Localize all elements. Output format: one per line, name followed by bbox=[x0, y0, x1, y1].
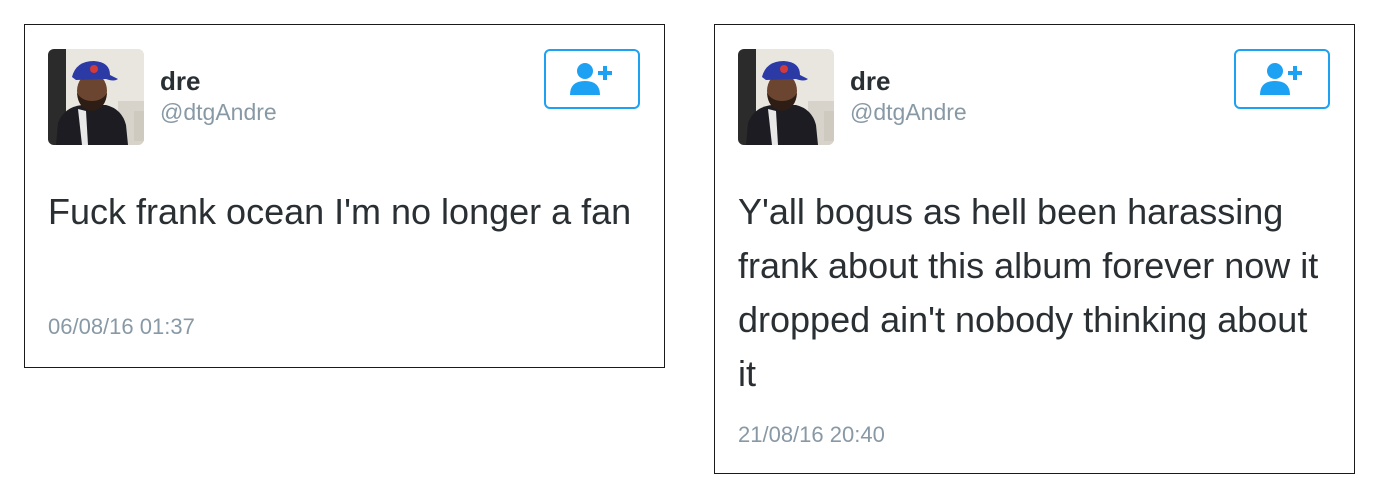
display-name[interactable]: dre bbox=[850, 66, 890, 96]
avatar[interactable] bbox=[738, 49, 834, 145]
avatar[interactable] bbox=[48, 49, 144, 145]
user-handle[interactable]: @dtgAndre bbox=[160, 98, 277, 126]
tweet-card: dre @dtgAndre Fuck frank ocean I'm no lo… bbox=[24, 24, 665, 368]
tweet-timestamp[interactable]: 21/08/16 20:40 bbox=[738, 422, 885, 448]
user-handle[interactable]: @dtgAndre bbox=[850, 98, 967, 126]
follow-button[interactable] bbox=[1234, 49, 1330, 109]
avatar-photo-icon bbox=[48, 49, 144, 145]
add-user-icon bbox=[570, 63, 612, 95]
follow-button[interactable] bbox=[544, 49, 640, 109]
tweet-text: Y'all bogus as hell been harassing frank… bbox=[738, 191, 1319, 394]
tweet-card: dre @dtgAndre Y'all bogus as hell been h… bbox=[714, 24, 1355, 474]
tweet-timestamp[interactable]: 06/08/16 01:37 bbox=[48, 314, 195, 340]
add-user-icon bbox=[1260, 63, 1302, 95]
tweet-text: Fuck frank ocean I'm no longer a fan bbox=[48, 191, 632, 232]
display-name[interactable]: dre bbox=[160, 66, 200, 96]
avatar-photo-icon bbox=[738, 49, 834, 145]
